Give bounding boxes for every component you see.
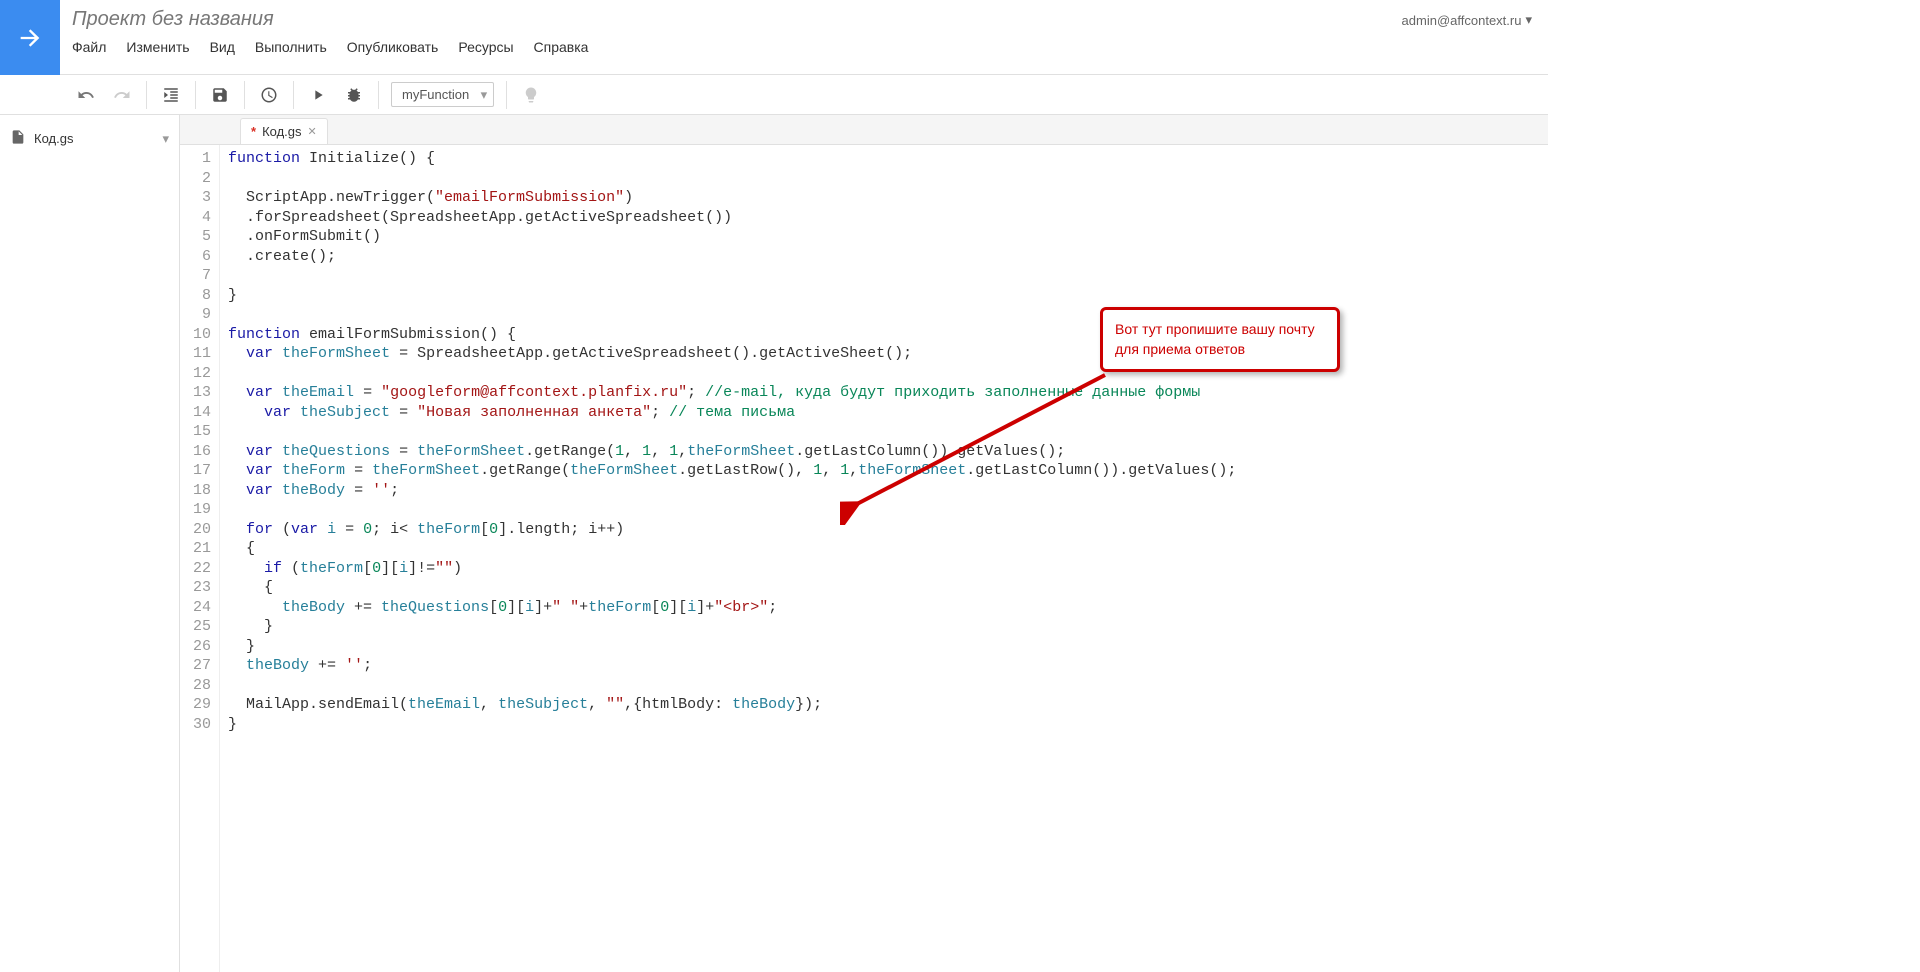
redo-icon (113, 86, 131, 104)
menu-run[interactable]: Выполнить (255, 39, 327, 55)
file-item[interactable]: Код.gs ▾ (0, 123, 179, 154)
file-name: Код.gs (34, 131, 73, 146)
modified-indicator: * (251, 124, 256, 139)
menubar: Файл Изменить Вид Выполнить Опубликовать… (72, 39, 1374, 55)
project-title[interactable]: Проект без названия (72, 8, 1374, 31)
redo-button[interactable] (104, 77, 140, 113)
triggers-button[interactable] (251, 77, 287, 113)
main-area: Код.gs ▾ * Код.gs ✕ 12345678910111213141… (0, 115, 1548, 972)
indent-icon (162, 86, 180, 104)
menu-file[interactable]: Файл (72, 39, 106, 55)
toolbar: myFunction (0, 75, 1548, 115)
function-name: myFunction (402, 87, 469, 102)
tab-bar: * Код.gs ✕ (180, 115, 1548, 145)
function-selector[interactable]: myFunction (391, 82, 494, 107)
menu-resources[interactable]: Ресурсы (458, 39, 513, 55)
run-button[interactable] (300, 77, 336, 113)
user-email: admin@affcontext.ru (1402, 13, 1522, 28)
menu-help[interactable]: Справка (534, 39, 589, 55)
menu-edit[interactable]: Изменить (126, 39, 189, 55)
account-dropdown-icon: ▾ (1525, 12, 1532, 28)
app-logo[interactable] (0, 0, 60, 75)
menu-view[interactable]: Вид (210, 39, 235, 55)
undo-icon (77, 86, 95, 104)
bug-icon (345, 86, 363, 104)
tab-label: Код.gs (262, 124, 301, 139)
line-gutter: 1234567891011121314151617181920212223242… (180, 145, 220, 972)
menu-publish[interactable]: Опубликовать (347, 39, 439, 55)
indent-button[interactable] (153, 77, 189, 113)
file-icon (10, 129, 26, 148)
undo-button[interactable] (68, 77, 104, 113)
lightbulb-icon (522, 86, 540, 104)
file-sidebar: Код.gs ▾ (0, 115, 180, 972)
code-editor[interactable]: 1234567891011121314151617181920212223242… (180, 145, 1548, 972)
save-icon (211, 86, 229, 104)
debug-button[interactable] (336, 77, 372, 113)
code-content[interactable]: function Initialize() { ScriptApp.newTri… (220, 145, 1548, 972)
header: Проект без названия Файл Изменить Вид Вы… (0, 0, 1548, 75)
file-dropdown-icon[interactable]: ▾ (162, 131, 169, 147)
editor-area: * Код.gs ✕ 12345678910111213141516171819… (180, 115, 1548, 972)
clock-icon (260, 86, 278, 104)
tab-close-icon[interactable]: ✕ (308, 125, 317, 138)
play-icon (310, 87, 326, 103)
user-account[interactable]: admin@affcontext.ru ▾ (1386, 0, 1548, 40)
hint-button[interactable] (513, 77, 549, 113)
save-button[interactable] (202, 77, 238, 113)
file-tab[interactable]: * Код.gs ✕ (240, 118, 328, 144)
